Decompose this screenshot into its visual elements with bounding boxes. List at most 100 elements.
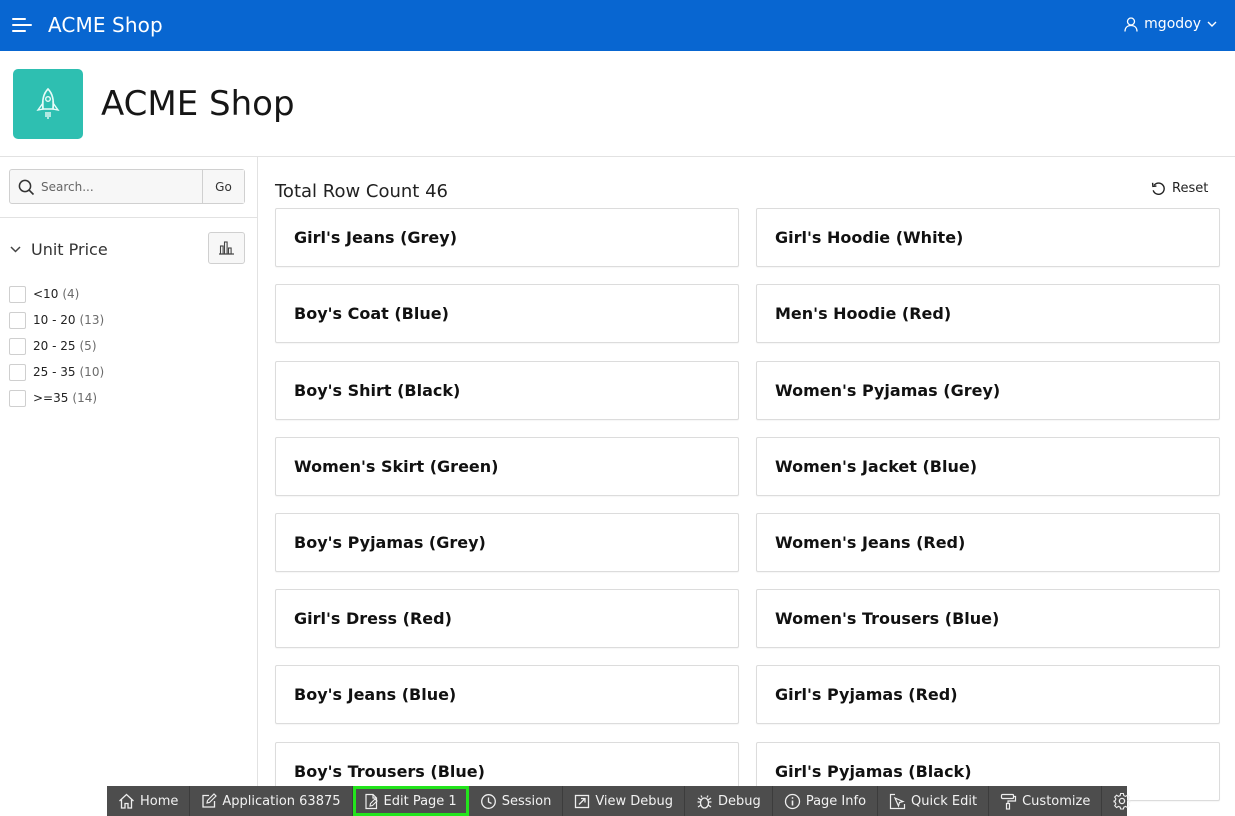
card-title: Boy's Pyjamas (Grey)	[294, 533, 486, 552]
result-card[interactable]: Boy's Coat (Blue)	[275, 284, 739, 343]
divider	[0, 217, 257, 218]
result-card[interactable]: Girl's Pyjamas (Red)	[756, 665, 1220, 724]
devbar-debug[interactable]: Debug	[685, 786, 773, 816]
card-title: Boy's Coat (Blue)	[294, 304, 449, 323]
bug-icon	[697, 794, 712, 809]
gear-icon	[1113, 792, 1131, 810]
checkbox[interactable]	[9, 337, 26, 355]
result-card[interactable]: Girl's Hoodie (White)	[756, 208, 1220, 267]
devbar-customize[interactable]: Customize	[989, 786, 1103, 816]
devbar-quick-edit[interactable]: Quick Edit	[878, 786, 990, 816]
user-icon	[1124, 16, 1138, 32]
card-title: Girl's Pyjamas (Red)	[775, 685, 958, 704]
facet-option-count: (10)	[79, 365, 105, 379]
card-title: Women's Pyjamas (Grey)	[775, 381, 1001, 400]
facet-option[interactable]: 25 - 35 (10)	[9, 359, 104, 385]
card-title: Boy's Jeans (Blue)	[294, 685, 457, 704]
go-button[interactable]: Go	[202, 170, 244, 203]
user-menu[interactable]: mgodoy	[1124, 16, 1217, 32]
rocket-icon	[36, 87, 60, 119]
menu-icon[interactable]	[12, 17, 32, 33]
facet-option[interactable]: <10 (4)	[9, 281, 104, 307]
app-title[interactable]: ACME Shop	[48, 13, 163, 37]
top-navigation-bar: ACME Shop mgodoy	[0, 0, 1235, 51]
checkbox[interactable]	[9, 285, 26, 303]
facet-option-count: (4)	[62, 287, 80, 301]
facet-option-label: >=35	[33, 391, 69, 405]
paint-roller-icon	[1001, 793, 1017, 810]
reset-button[interactable]: Reset	[1151, 181, 1208, 196]
developer-toolbar: Home Application 63875 Edit Page 1 Sessi…	[107, 786, 1131, 816]
result-card[interactable]: Women's Trousers (Blue)	[756, 589, 1220, 648]
reset-icon	[1151, 182, 1165, 195]
info-icon	[784, 793, 800, 809]
devbar-label: Debug	[718, 793, 761, 809]
devbar-home[interactable]: Home	[107, 786, 191, 816]
facet-option[interactable]: 20 - 25 (5)	[9, 333, 104, 359]
card-title: Men's Hoodie (Red)	[775, 304, 952, 323]
facet-option[interactable]: >=35 (14)	[9, 385, 104, 411]
card-title: Boy's Shirt (Black)	[294, 381, 461, 400]
chevron-down-icon	[1207, 21, 1217, 27]
card-title: Women's Jeans (Red)	[775, 533, 966, 552]
devbar-application[interactable]: Application 63875	[190, 786, 353, 816]
card-title: Women's Trousers (Blue)	[775, 609, 1000, 628]
card-title: Girl's Pyjamas (Black)	[775, 762, 972, 781]
bar-chart-icon	[219, 241, 234, 255]
row-count: Total Row Count 46	[275, 181, 448, 202]
devbar-label: View Debug	[595, 793, 674, 809]
result-card[interactable]: Boy's Shirt (Black)	[275, 361, 739, 420]
search-input[interactable]	[10, 170, 202, 203]
devbar-settings[interactable]	[1102, 786, 1142, 816]
card-title: Girl's Jeans (Grey)	[294, 228, 457, 247]
devbar-page-info[interactable]: Page Info	[773, 786, 879, 816]
facet-options: <10 (4) 10 - 20 (13) 20 - 25 (5) 25 - 35…	[9, 281, 104, 411]
devbar-edit-page[interactable]: Edit Page 1	[352, 786, 469, 816]
card-title: Boy's Trousers (Blue)	[294, 762, 485, 781]
card-title: Girl's Hoodie (White)	[775, 228, 964, 247]
facet-option[interactable]: 10 - 20 (13)	[9, 307, 104, 333]
hero-region: ACME Shop	[0, 51, 1235, 157]
result-card[interactable]: Women's Jeans (Red)	[756, 513, 1220, 572]
reset-label: Reset	[1172, 181, 1209, 196]
facet-option-label: 10 - 20	[33, 313, 76, 327]
devbar-label: Customize	[1022, 793, 1091, 809]
devbar-label: Home	[140, 793, 179, 809]
edit-icon	[202, 793, 218, 808]
chevron-down-icon	[10, 246, 21, 253]
devbar-label: Edit Page 1	[383, 793, 457, 809]
facet-toggle-unit-price[interactable]: Unit Price	[10, 240, 108, 259]
app-logo	[13, 69, 83, 139]
checkbox[interactable]	[9, 363, 26, 381]
result-card[interactable]: Women's Skirt (Green)	[275, 437, 739, 496]
result-card[interactable]: Boy's Jeans (Blue)	[275, 665, 739, 724]
result-card[interactable]: Women's Jacket (Blue)	[756, 437, 1220, 496]
devbar-view-debug[interactable]: View Debug	[563, 786, 686, 816]
home-icon	[119, 793, 134, 809]
facet-chart-button[interactable]	[208, 232, 245, 264]
faceted-search-sidebar: Go Unit Price <10 (4) 10 - 20 (13) 20 - …	[0, 157, 258, 816]
view-debug-icon	[575, 794, 590, 809]
devbar-label: Quick Edit	[911, 793, 978, 809]
results-region: Total Row Count 46 Reset Girl's Jeans (G…	[258, 157, 1235, 816]
search-icon	[18, 179, 35, 196]
devbar-label: Session	[501, 793, 552, 809]
result-card[interactable]: Girl's Dress (Red)	[275, 589, 739, 648]
quick-edit-icon	[889, 793, 906, 809]
facet-title: Unit Price	[31, 240, 108, 259]
checkbox[interactable]	[9, 389, 26, 407]
facet-option-count: (14)	[72, 391, 98, 405]
facet-option-count: (5)	[79, 339, 97, 353]
checkbox[interactable]	[9, 311, 26, 329]
card-title: Women's Jacket (Blue)	[775, 457, 978, 476]
result-card[interactable]: Men's Hoodie (Red)	[756, 284, 1220, 343]
result-card[interactable]: Boy's Pyjamas (Grey)	[275, 513, 739, 572]
result-card[interactable]: Girl's Jeans (Grey)	[275, 208, 739, 267]
facet-option-count: (13)	[79, 313, 105, 327]
devbar-label: Application 63875	[222, 793, 341, 809]
devbar-label: Page Info	[805, 793, 867, 809]
devbar-session[interactable]: Session	[469, 786, 564, 816]
card-title: Women's Skirt (Green)	[294, 457, 499, 476]
result-card[interactable]: Women's Pyjamas (Grey)	[756, 361, 1220, 420]
edit-page-icon	[364, 793, 378, 809]
